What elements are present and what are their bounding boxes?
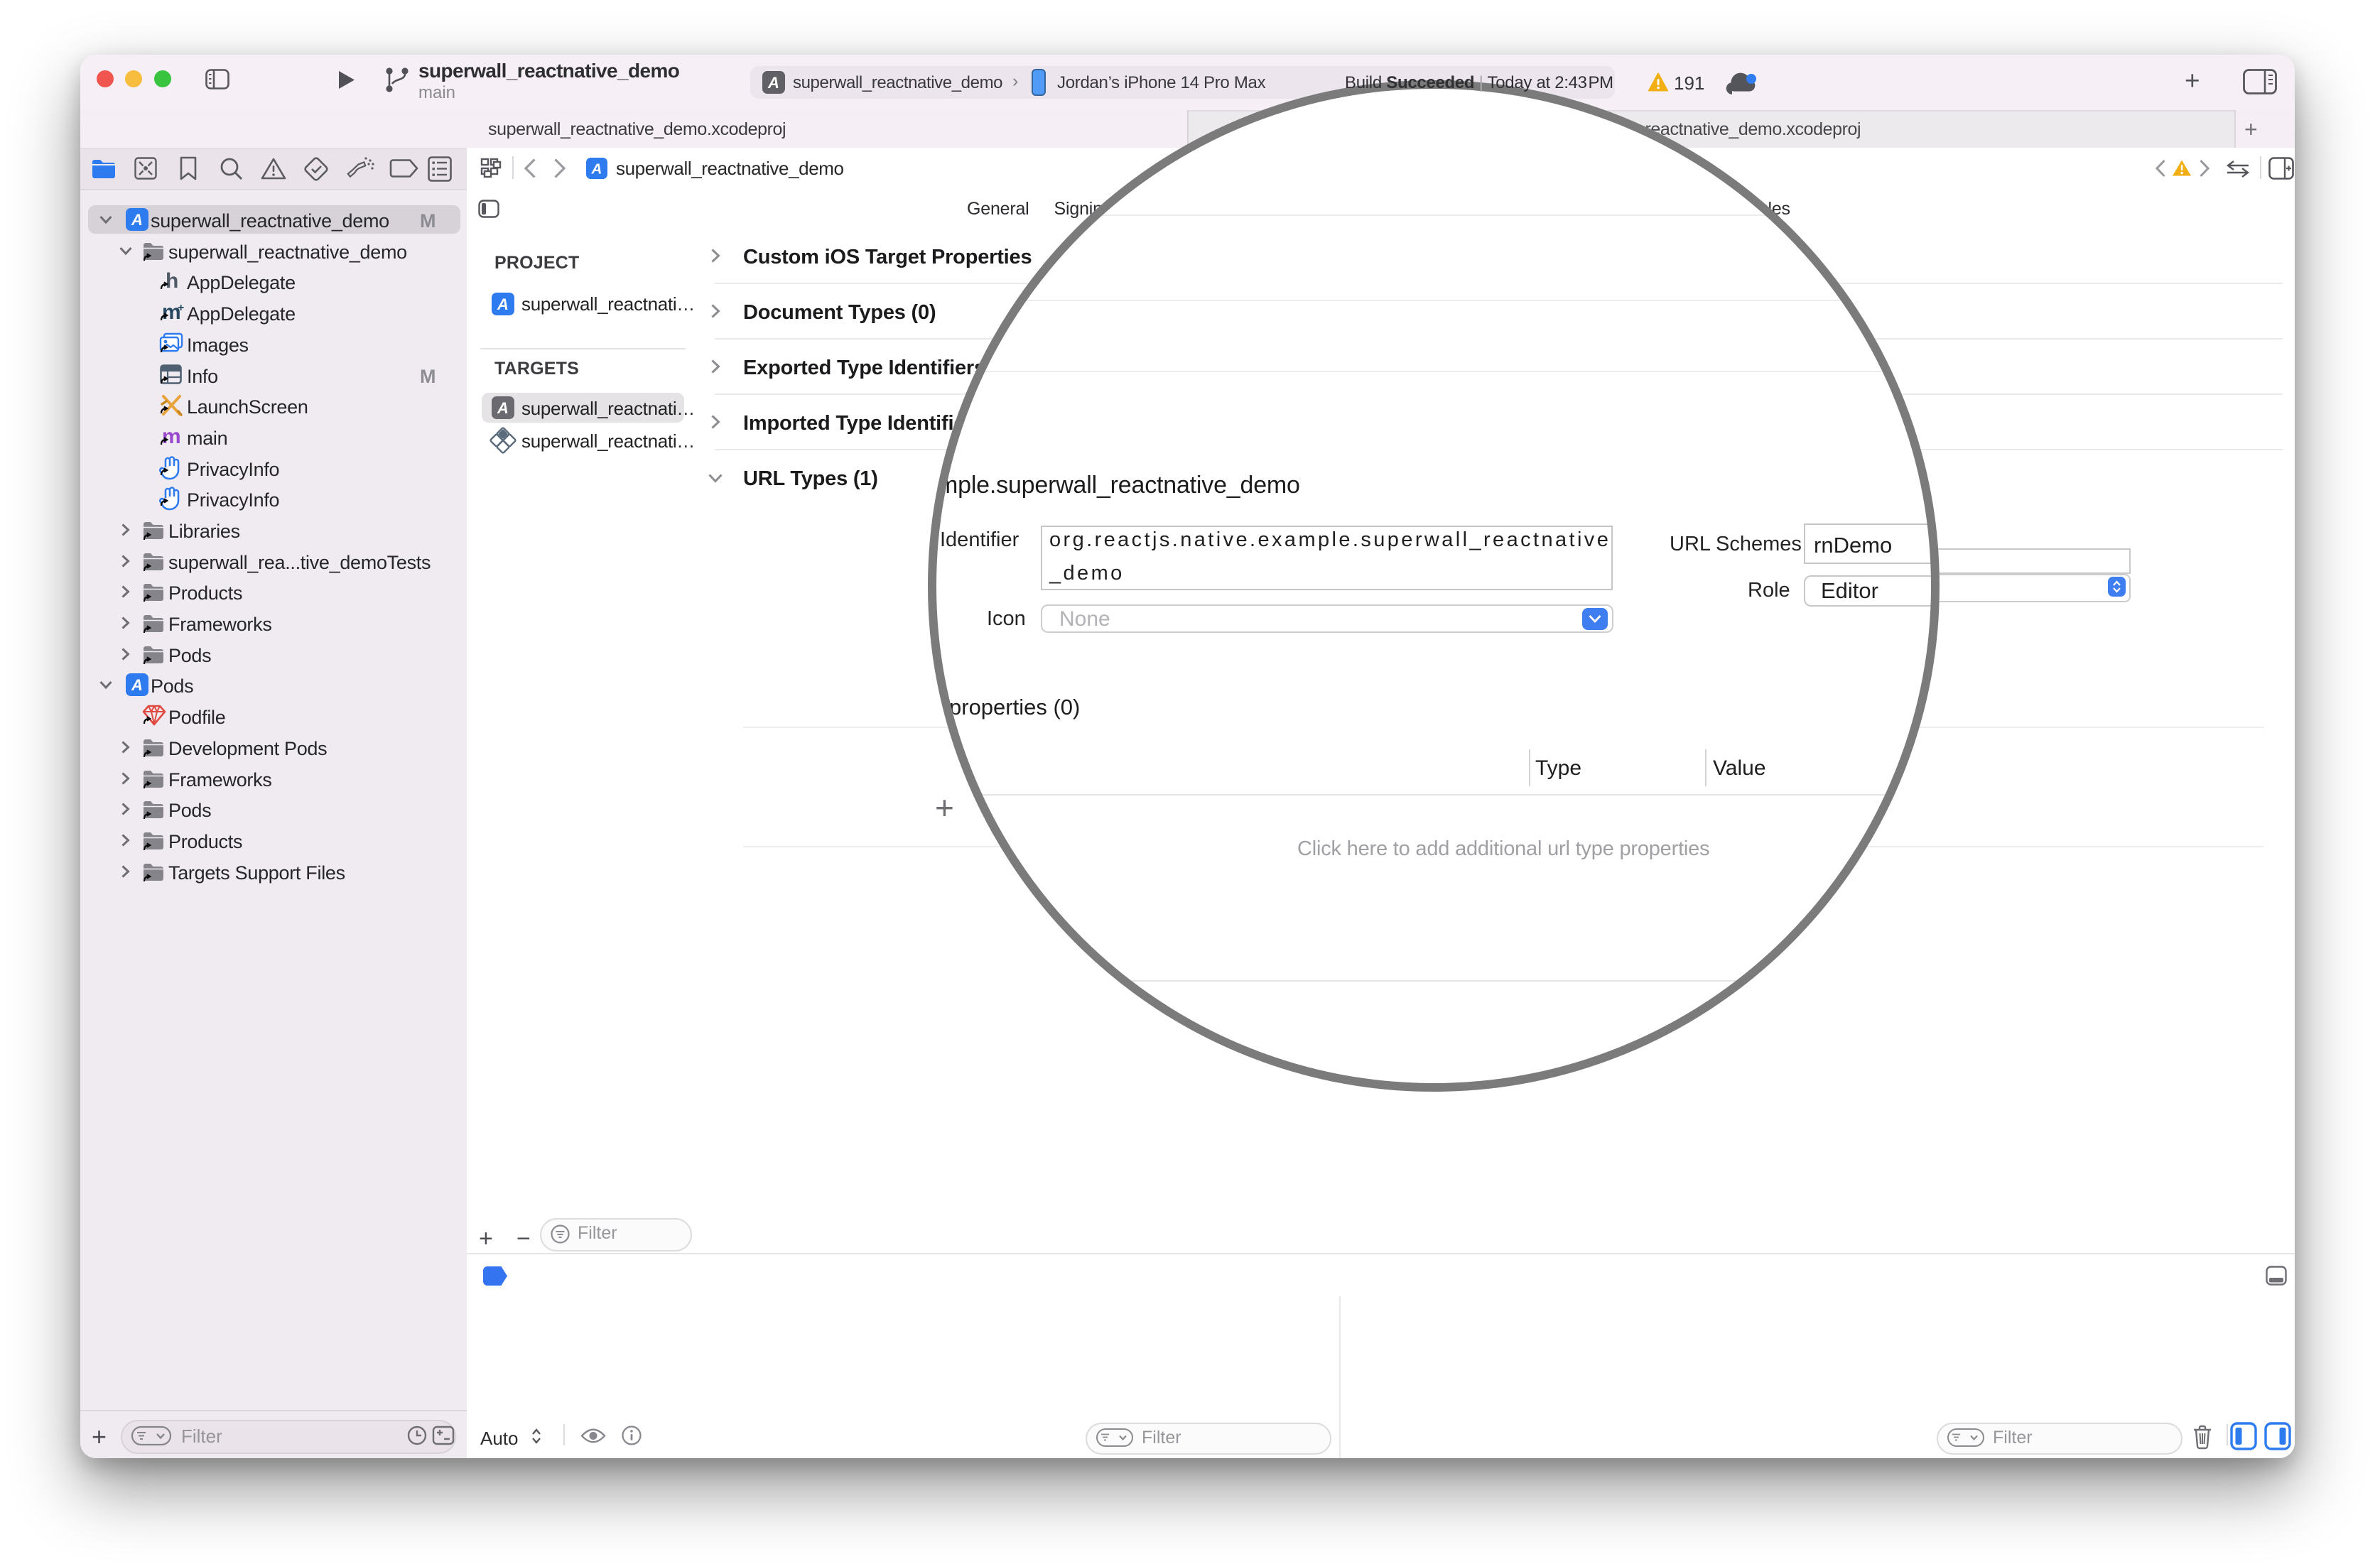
- svg-text:A: A: [131, 211, 143, 229]
- svg-text:A: A: [497, 399, 509, 417]
- svg-text:+: +: [178, 302, 184, 314]
- svg-text:A: A: [497, 295, 509, 313]
- svg-text:m: m: [162, 425, 181, 448]
- svg-text:A: A: [591, 161, 602, 178]
- svg-text:h: h: [166, 269, 178, 293]
- svg-text:A: A: [767, 74, 779, 92]
- svg-text:A: A: [131, 676, 143, 694]
